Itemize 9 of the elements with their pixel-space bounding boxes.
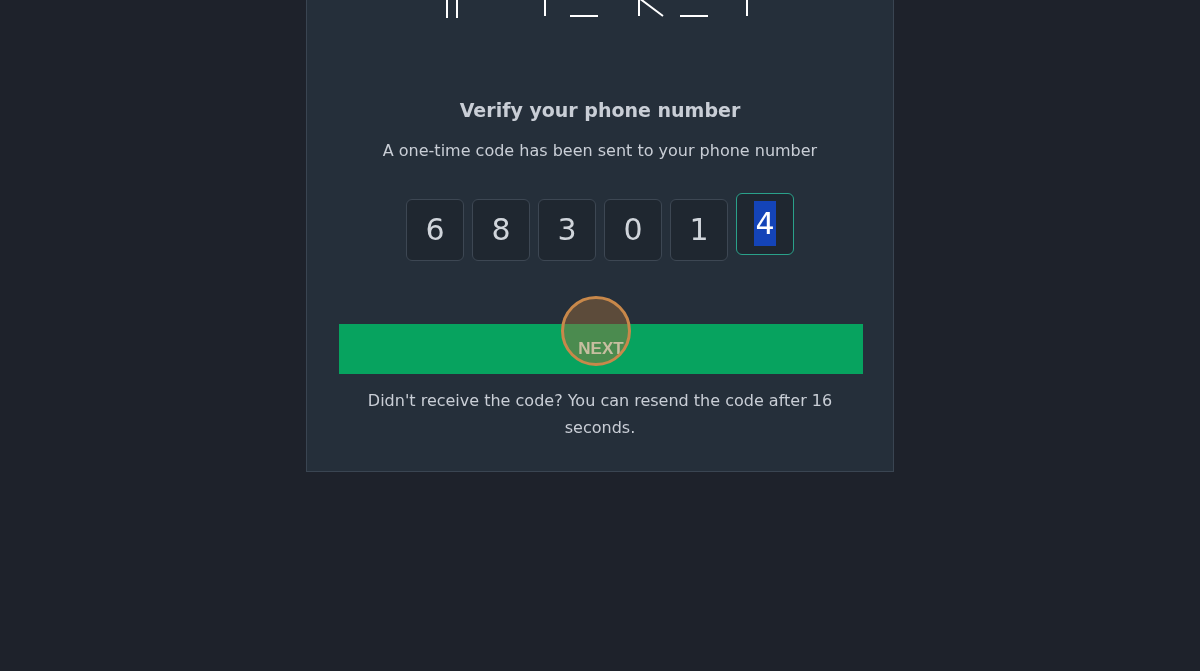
heading: Verify your phone number <box>458 98 742 123</box>
code-digit-field[interactable]: 4 <box>736 192 794 255</box>
code-digit-field[interactable]: 3 <box>538 198 596 261</box>
code-digit-field[interactable]: 0 <box>604 198 662 261</box>
code-digit-field[interactable]: 8 <box>472 198 530 261</box>
resend-note: Didn't receive the code? You can resend the code after 16 seconds. <box>366 389 834 439</box>
code-digit-field[interactable]: 6 <box>406 198 464 261</box>
subtitle: A one-time code has been sent to your phone number <box>381 139 819 162</box>
code-digit-field[interactable]: 1 <box>670 198 728 261</box>
